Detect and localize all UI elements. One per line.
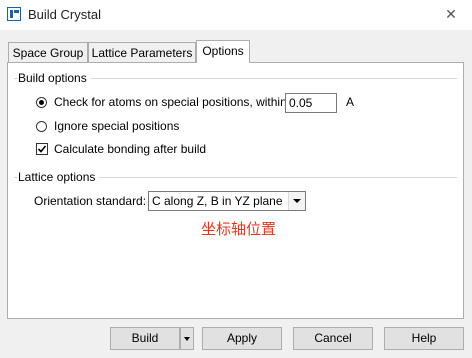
chevron-down-icon (288, 192, 305, 210)
lattice-options-heading: Lattice options (18, 170, 100, 184)
calculate-bonding-label: Calculate bonding after build (54, 142, 207, 156)
build-dropdown-button[interactable] (180, 327, 194, 350)
tab-label: Options (202, 44, 244, 58)
orientation-standard-label: Orientation standard: (34, 194, 147, 208)
app-icon (7, 7, 21, 21)
axis-position-annotation: 坐标轴位置 (201, 220, 277, 238)
checkmark-icon (37, 145, 47, 153)
tolerance-unit: A (346, 95, 355, 109)
apply-button[interactable]: Apply (202, 327, 282, 350)
ignore-special-positions-radio[interactable] (36, 121, 47, 132)
tab-space-group[interactable]: Space Group (8, 42, 88, 62)
tab-options[interactable]: Options (196, 40, 250, 63)
cancel-button[interactable]: Cancel (293, 327, 373, 350)
close-button[interactable]: ✕ (430, 0, 472, 30)
tab-label: Space Group (12, 46, 84, 60)
orientation-standard-select[interactable]: C along Z, B in YZ plane (148, 191, 306, 211)
build-button[interactable]: Build (110, 327, 180, 350)
tab-lattice-parameters[interactable]: Lattice Parameters (88, 42, 196, 62)
tolerance-input[interactable]: 0.05 (285, 93, 337, 113)
check-special-positions-label: Check for atoms on special positions, wi… (54, 95, 287, 109)
calculate-bonding-checkbox[interactable] (36, 143, 48, 155)
options-panel: Build options Check for atoms on special… (7, 62, 464, 319)
close-icon: ✕ (445, 7, 457, 23)
title-bar: Build Crystal ✕ (0, 0, 472, 30)
tab-label: Lattice Parameters (91, 46, 193, 60)
orientation-standard-value: C along Z, B in YZ plane (152, 194, 283, 208)
ignore-special-positions-label: Ignore special positions (54, 119, 180, 133)
help-button[interactable]: Help (384, 327, 464, 350)
build-options-heading: Build options (18, 71, 91, 85)
check-special-positions-radio[interactable] (36, 97, 47, 108)
window-title: Build Crystal (28, 7, 101, 22)
